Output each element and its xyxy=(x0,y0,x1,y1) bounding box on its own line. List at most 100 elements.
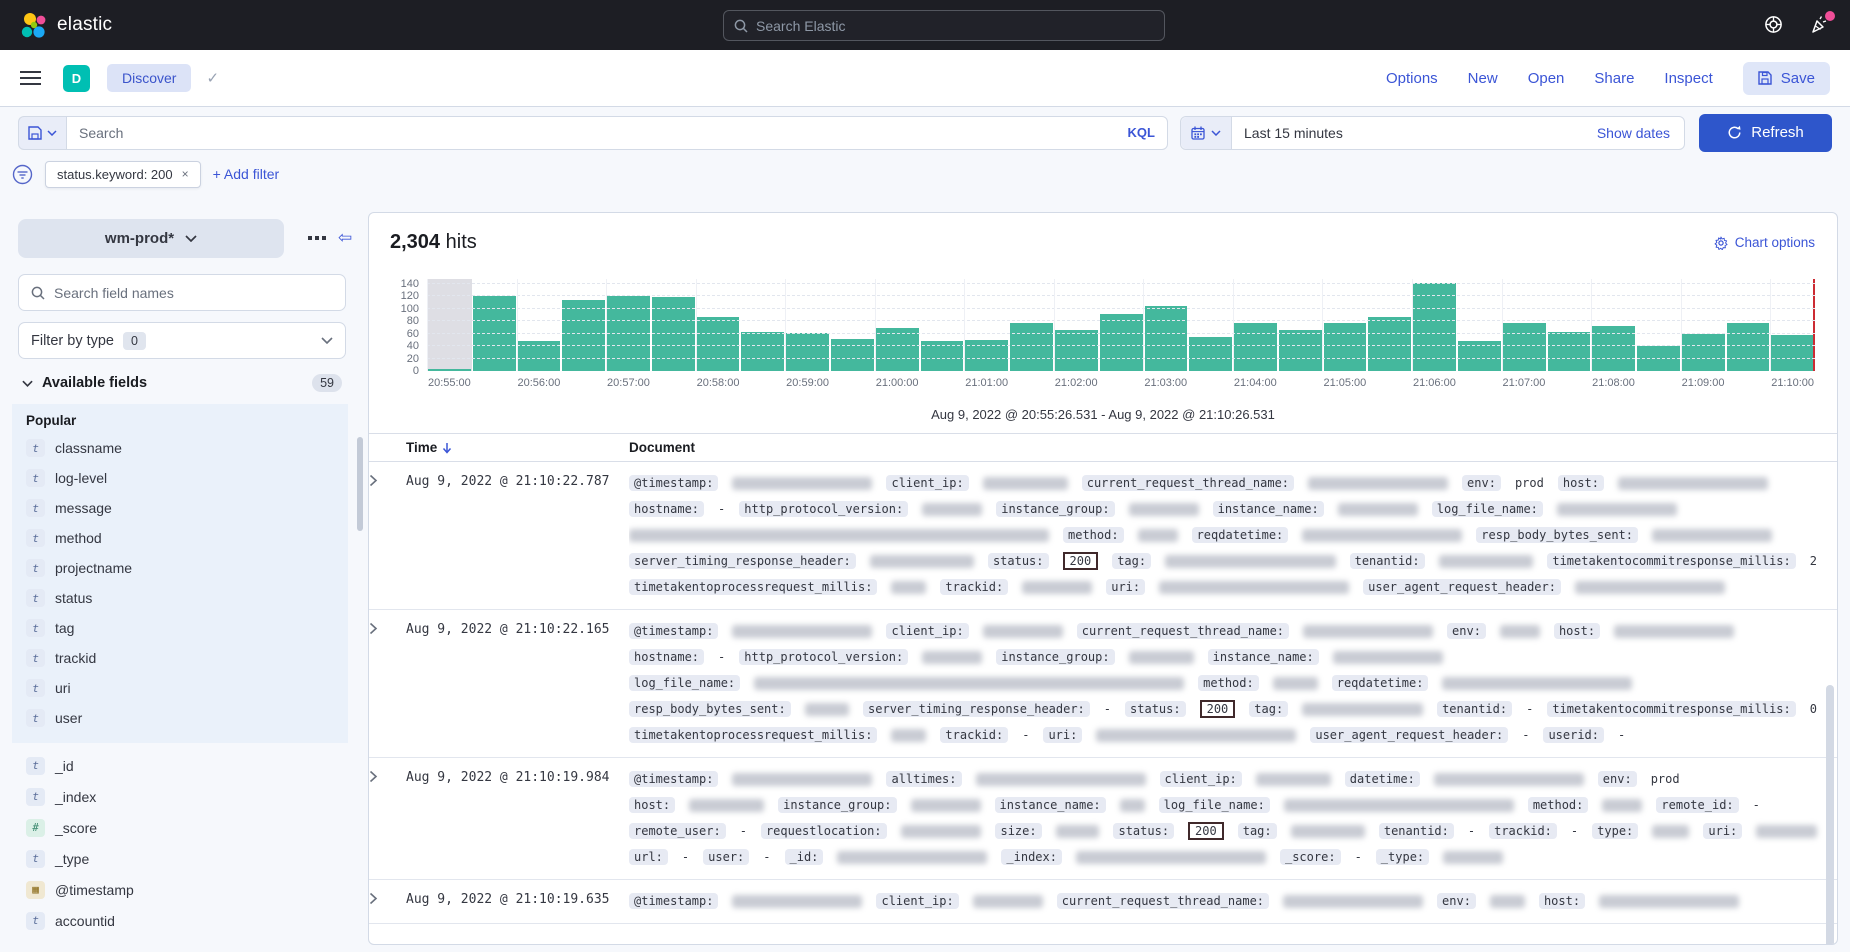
redacted-value xyxy=(870,555,974,568)
expand-row-button[interactable] xyxy=(369,470,406,600)
y-tick-label: 60 xyxy=(407,328,419,340)
redacted-value xyxy=(1652,529,1772,542)
field-item-message[interactable]: tmessage xyxy=(26,493,334,523)
toolbar-link-open[interactable]: Open xyxy=(1528,70,1565,87)
field-label-pill: instance_group: xyxy=(996,649,1114,665)
field-label-pill: tenantid: xyxy=(1350,553,1425,569)
toolbar-link-new[interactable]: New xyxy=(1468,70,1498,87)
saved-query-menu-button[interactable] xyxy=(18,116,66,150)
filter-set-icon[interactable] xyxy=(12,164,33,185)
save-button[interactable]: Save xyxy=(1743,62,1830,95)
index-pattern-switcher[interactable]: wm-prod* xyxy=(18,219,284,258)
hits-histogram[interactable]: 020406080100120140 20:55:0020:56:0020:57… xyxy=(389,279,1819,409)
available-fields-toggle[interactable]: Available fields 59 xyxy=(22,374,342,392)
field-item-_score[interactable]: #_score xyxy=(26,812,346,843)
redacted-value xyxy=(1599,895,1739,908)
time-column-header[interactable]: Time xyxy=(406,440,629,455)
field-search-input[interactable] xyxy=(54,285,333,301)
x-tick-label: 21:06:00 xyxy=(1413,377,1456,389)
show-dates-button[interactable]: Show dates xyxy=(1583,125,1684,141)
global-search[interactable] xyxy=(723,10,1165,41)
field-value: - xyxy=(1618,728,1625,742)
field-label-pill: alltimes: xyxy=(886,771,961,787)
histogram-bar xyxy=(1771,335,1814,371)
date-field-icon: ▦ xyxy=(26,881,45,899)
field-label-pill: instance_name: xyxy=(1208,649,1319,665)
field-label-pill: current_request_thread_name: xyxy=(1077,623,1289,639)
field-label-pill: remote_user: xyxy=(629,823,726,839)
field-item-_type[interactable]: t_type xyxy=(26,843,346,874)
redacted-value xyxy=(732,773,872,786)
toolbar-link-inspect[interactable]: Inspect xyxy=(1664,70,1712,87)
kql-search-input[interactable] xyxy=(79,125,1118,141)
field-item-uri[interactable]: turi xyxy=(26,673,334,703)
kql-language-button[interactable]: KQL xyxy=(1118,125,1155,140)
field-item-projectname[interactable]: tprojectname xyxy=(26,553,334,583)
y-axis: 020406080100120140 xyxy=(389,279,419,371)
field-item-_index[interactable]: t_index xyxy=(26,781,346,812)
field-label-pill: _type: xyxy=(1376,849,1429,865)
date-quick-menu-button[interactable] xyxy=(1181,117,1232,149)
refresh-button[interactable]: Refresh xyxy=(1699,114,1832,152)
chevron-down-icon xyxy=(22,380,33,387)
expand-row-button[interactable] xyxy=(369,888,406,914)
field-item-log-level[interactable]: tlog-level xyxy=(26,463,334,493)
hits-summary: 2,304 hits xyxy=(390,231,477,254)
field-value: prod xyxy=(1515,476,1544,490)
search-icon xyxy=(734,19,748,33)
remove-filter-icon[interactable]: × xyxy=(182,167,189,181)
redacted-value xyxy=(1138,529,1178,542)
filter-pill-status-keyword-200[interactable]: status.keyword: 200 × xyxy=(45,161,201,188)
field-item-tag[interactable]: ttag xyxy=(26,613,334,643)
breadcrumb[interactable]: Discover xyxy=(107,64,191,92)
redacted-value xyxy=(1302,703,1423,716)
table-scrollbar[interactable] xyxy=(1826,685,1834,945)
add-filter-button[interactable]: + Add filter xyxy=(213,166,280,182)
global-search-input[interactable] xyxy=(756,18,1154,34)
field-name: message xyxy=(55,500,112,516)
field-label-pill: userid: xyxy=(1543,727,1604,743)
text-field-icon: t xyxy=(26,649,45,667)
collapse-sidebar-icon[interactable]: ⇦ xyxy=(338,228,352,248)
field-label-pill: instance_name: xyxy=(995,797,1106,813)
text-field-icon: t xyxy=(26,679,45,697)
field-item-classname[interactable]: tclassname xyxy=(26,433,334,463)
field-item-accountid[interactable]: taccountid xyxy=(26,905,346,936)
save-icon xyxy=(1758,71,1772,85)
field-label-pill: timetakentoprocessrequest_millis: xyxy=(629,727,877,743)
expand-row-button[interactable] xyxy=(369,618,406,748)
news-feed-icon[interactable] xyxy=(1810,15,1830,35)
redacted-value xyxy=(1283,895,1423,908)
toolbar-link-share[interactable]: Share xyxy=(1594,70,1634,87)
toolbar-link-options[interactable]: Options xyxy=(1386,70,1438,87)
field-item-_id[interactable]: t_id xyxy=(26,750,346,781)
index-options-icon[interactable] xyxy=(308,236,326,240)
hits-label: hits xyxy=(446,231,477,253)
redacted-value xyxy=(983,477,1068,490)
field-item-user[interactable]: tuser xyxy=(26,703,334,733)
sidebar-scrollbar[interactable] xyxy=(357,437,363,531)
filter-by-type-button[interactable]: Filter by type 0 xyxy=(18,322,346,359)
field-label-pill: http_protocol_version: xyxy=(739,649,908,665)
field-item-trackid[interactable]: ttrackid xyxy=(26,643,334,673)
discover-app: elastic D Discover ✓ OptionsNewOpenShare xyxy=(0,0,1850,952)
chart-options-button[interactable]: Chart options xyxy=(1714,235,1815,250)
gear-icon xyxy=(1714,236,1728,250)
x-tick-label: 21:05:00 xyxy=(1323,377,1366,389)
y-tick-label: 100 xyxy=(401,303,419,315)
documents-table: Time Document Aug 9, 2022 @ 21:10:22.787… xyxy=(369,433,1837,944)
field-name: status xyxy=(55,590,92,606)
kql-search-bar[interactable]: KQL xyxy=(66,116,1168,150)
row-document: @timestamp:client_ip:current_request_thr… xyxy=(629,888,1837,914)
elastic-brand[interactable]: elastic xyxy=(20,12,112,39)
field-search-box[interactable] xyxy=(18,274,346,311)
time-range-value[interactable]: Last 15 minutes xyxy=(1232,125,1583,141)
menu-icon[interactable] xyxy=(20,70,41,86)
field-item-status[interactable]: tstatus xyxy=(26,583,334,613)
help-icon[interactable] xyxy=(1764,15,1784,35)
field-item-method[interactable]: tmethod xyxy=(26,523,334,553)
redacted-value xyxy=(1490,895,1525,908)
expand-row-button[interactable] xyxy=(369,766,406,870)
histogram-bar xyxy=(1279,330,1322,371)
field-item-@timestamp[interactable]: ▦@timestamp xyxy=(26,874,346,905)
